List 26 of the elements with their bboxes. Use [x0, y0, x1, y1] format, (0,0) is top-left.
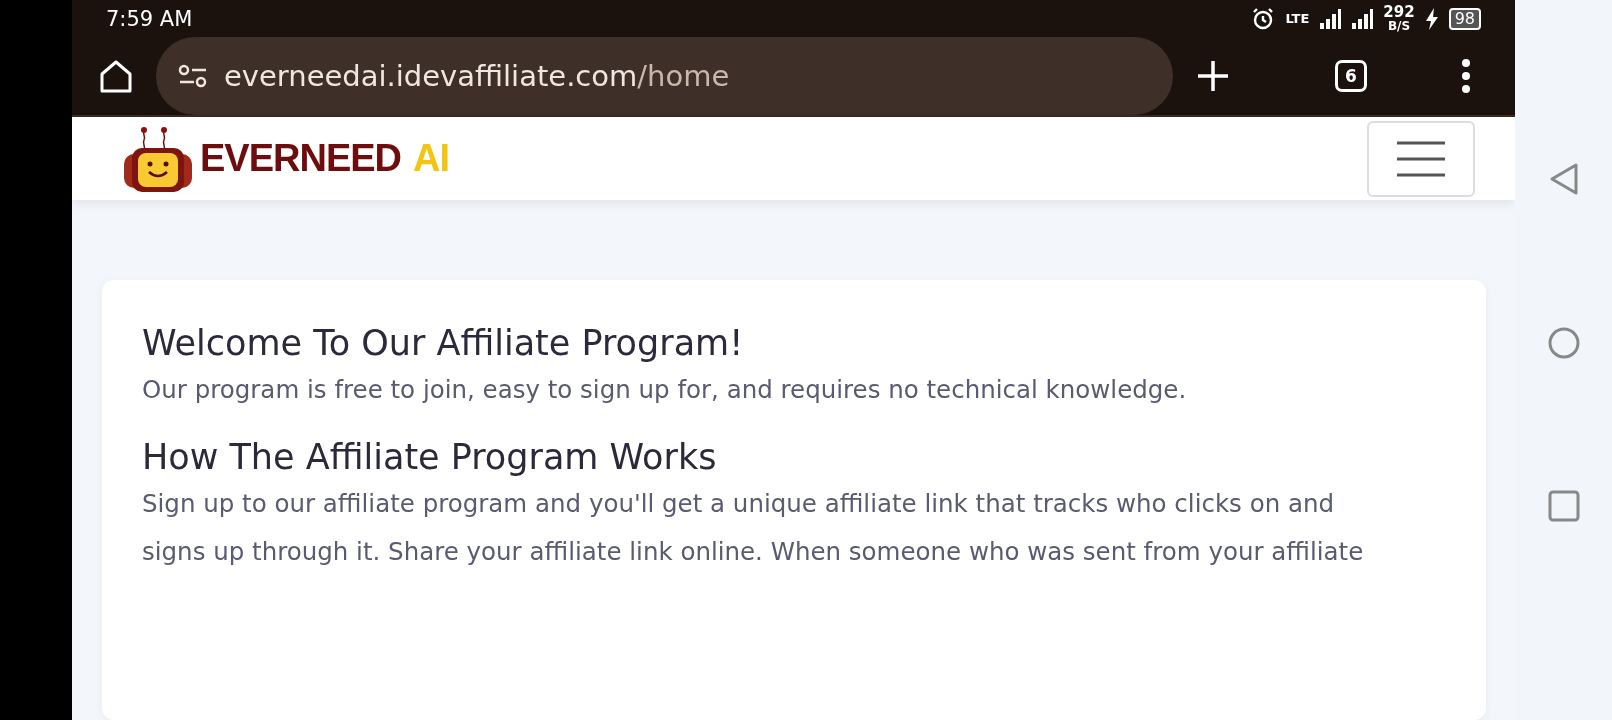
home-circle-icon[interactable]	[1546, 326, 1581, 360]
section-heading: Welcome To Our Affiliate Program!	[142, 322, 745, 365]
back-icon[interactable]	[1548, 162, 1579, 196]
address-bar[interactable]: everneedai.idevaffiliate.com/home	[156, 37, 1173, 116]
section-heading: How The Affiliate Program Works	[142, 436, 718, 479]
more-options-icon[interactable]	[1461, 59, 1471, 94]
section-text: Sign up to our affiliate program and you'll get a unique affiliate link that tracks who clicks on and signs up through it. Share your affiliate link online. When someone who was sent from your affiliate	[142, 488, 1365, 568]
menu-button[interactable]	[1367, 120, 1475, 197]
url-text: everneedai.idevaffiliate.com/home	[224, 59, 730, 94]
section-text: Our program is free to join, easy to sign up for, and requires no technical knowledge.	[142, 374, 1188, 406]
logo-text: AI	[413, 137, 450, 181]
speed-unit: B/S	[1387, 20, 1411, 33]
logo-text: EVERNEED	[200, 137, 402, 181]
signal-icon	[1351, 8, 1374, 29]
home-icon[interactable]	[98, 58, 134, 95]
recents-icon[interactable]	[1547, 490, 1580, 522]
tab-count-button[interactable]: 6	[1335, 60, 1367, 93]
network-speed: 292	[1383, 5, 1415, 21]
network-type: LTE	[1285, 11, 1310, 27]
charging-icon	[1424, 7, 1439, 30]
battery-level: 98	[1448, 7, 1481, 30]
signal-icon	[1319, 8, 1342, 29]
robot-logo-icon	[122, 125, 194, 192]
status-time: 7:59 AM	[106, 6, 193, 31]
menu-icon	[1397, 140, 1445, 177]
site-settings-icon[interactable]	[178, 64, 208, 89]
